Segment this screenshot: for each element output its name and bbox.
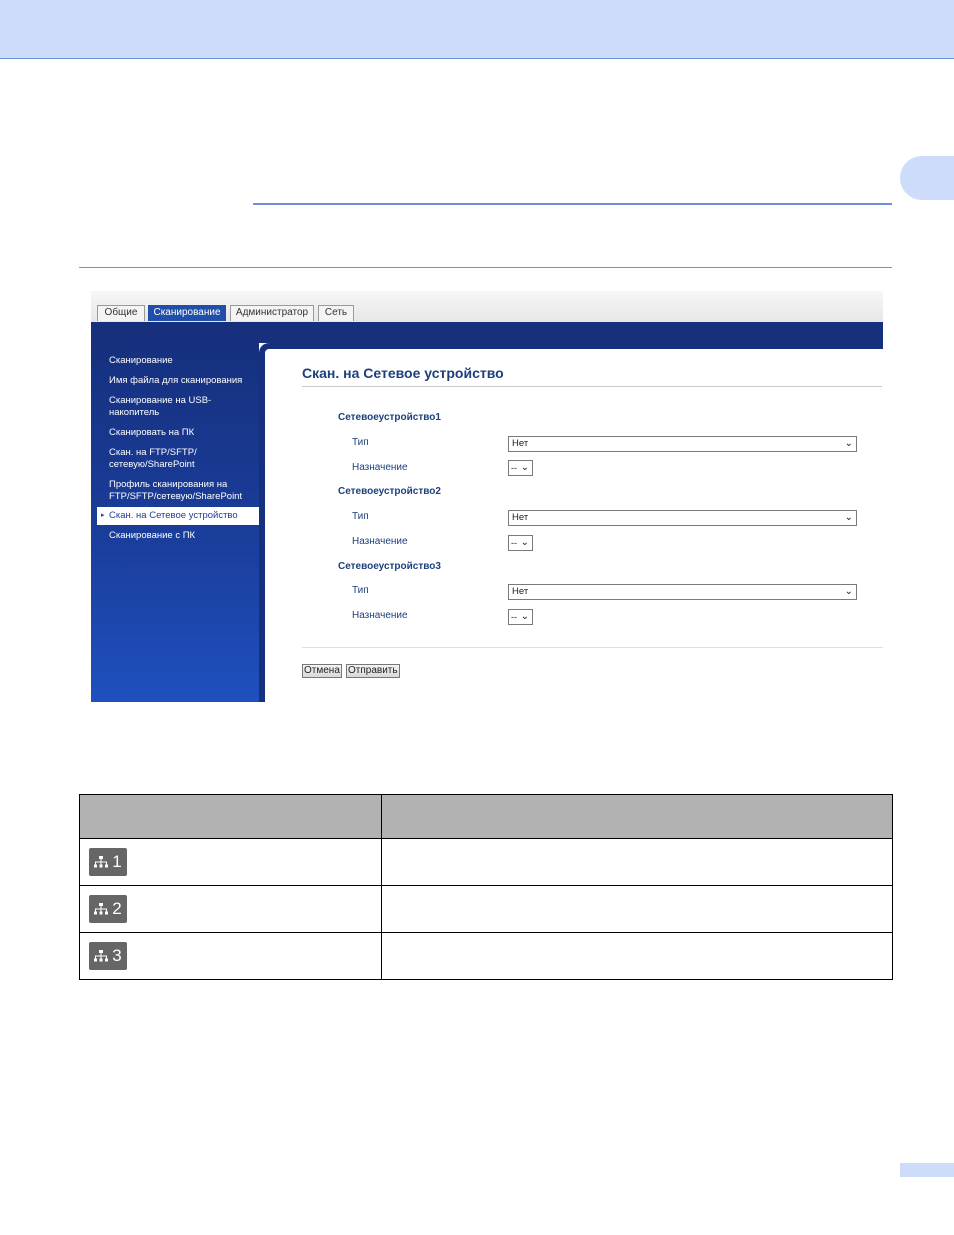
- device2-heading: Сетевоеустройство2: [338, 486, 441, 497]
- device1-dest-value: --: [511, 463, 517, 473]
- section-rule: [253, 203, 892, 205]
- chevron-down-icon: ⌄: [844, 586, 853, 597]
- icon-table: 1 2 3: [79, 794, 894, 980]
- table-row: 2: [79, 885, 894, 933]
- device3-type-select[interactable]: Нет ⌄: [508, 584, 857, 600]
- title-divider: [302, 386, 882, 387]
- sidebar: Сканирование Имя файла для сканирования …: [91, 343, 259, 702]
- sidebar-item-scan-filename[interactable]: Имя файла для сканирования: [109, 375, 257, 387]
- sidebar-item-scan-from-pc[interactable]: Сканирование с ПК: [109, 530, 257, 542]
- device3-type-value: Нет: [512, 586, 529, 597]
- table-row: 3: [79, 932, 894, 980]
- table-row: 1: [79, 838, 894, 886]
- sidebar-item-scan-profile[interactable]: Профиль сканирования на FTP/SFTP/сетевую…: [109, 479, 257, 503]
- network-icon: [94, 950, 109, 962]
- chevron-down-icon: ⌄: [520, 462, 529, 473]
- sidebar-item-scan-ftp[interactable]: Скан. на FTP/SFTP/сетевую/SharePoint: [109, 447, 257, 471]
- device3-dest-select[interactable]: -- ⌄: [508, 609, 533, 625]
- table-cell: [380, 838, 894, 886]
- header-band: [0, 0, 954, 59]
- tab-bar: Общие Сканирование Администратор Сеть: [91, 291, 883, 323]
- device2-type-value: Нет: [512, 512, 529, 523]
- device2-type-label: Тип: [352, 511, 369, 522]
- device2-dest-value: --: [511, 538, 517, 548]
- content-area: Скан. на Сетевое устройство Сетевоеустро…: [259, 343, 883, 702]
- device2-dest-label: Назначение: [352, 536, 408, 547]
- device2-dest-select[interactable]: -- ⌄: [508, 535, 533, 551]
- icon-number: 1: [112, 852, 122, 871]
- tab-administrator[interactable]: Администратор: [230, 305, 314, 321]
- sidebar-item-scan[interactable]: Сканирование: [109, 355, 257, 367]
- device1-heading: Сетевоеустройство1: [338, 412, 441, 423]
- web-ui-screenshot: Общие Сканирование Администратор Сеть Ск…: [91, 291, 883, 702]
- submit-button[interactable]: Отправить: [346, 664, 400, 678]
- table-header-cell: [79, 794, 382, 839]
- icon-number: 3: [112, 946, 122, 965]
- form-divider: [302, 647, 883, 648]
- table-cell: 2: [79, 885, 382, 933]
- device1-dest-select[interactable]: -- ⌄: [508, 460, 533, 476]
- bullet-arrow-icon: ▸: [101, 512, 105, 519]
- icon-number: 2: [112, 899, 122, 918]
- chapter-tab: [900, 156, 954, 200]
- chevron-down-icon: ⌄: [844, 438, 853, 449]
- device3-dest-value: --: [511, 612, 517, 622]
- device3-dest-label: Назначение: [352, 610, 408, 621]
- sidebar-item-scan-usb[interactable]: Сканирование на USB-накопитель: [109, 395, 257, 419]
- chevron-down-icon: ⌄: [844, 512, 853, 523]
- cancel-button[interactable]: Отмена: [302, 664, 342, 678]
- table-cell: [380, 885, 894, 933]
- sidebar-item-scan-pc[interactable]: Сканировать на ПК: [109, 427, 257, 439]
- table-cell: 1: [79, 838, 382, 886]
- tab-network[interactable]: Сеть: [318, 305, 354, 321]
- table-cell: [380, 932, 894, 980]
- page-title: Скан. на Сетевое устройство: [302, 365, 504, 381]
- device3-heading: Сетевоеустройство3: [338, 561, 441, 572]
- device1-dest-label: Назначение: [352, 462, 408, 473]
- table-header-row: [79, 794, 894, 839]
- device2-type-select[interactable]: Нет ⌄: [508, 510, 857, 526]
- subsection-rule: [79, 267, 892, 268]
- chevron-down-icon: ⌄: [520, 611, 529, 622]
- device3-type-label: Тип: [352, 585, 369, 596]
- network-icon: [94, 856, 109, 868]
- device1-type-label: Тип: [352, 437, 369, 448]
- device1-type-value: Нет: [512, 438, 529, 449]
- network-device-1-icon: 1: [89, 848, 127, 876]
- sidebar-item-scan-network-device[interactable]: ▸ Скан. на Сетевое устройство: [97, 507, 259, 525]
- network-device-3-icon: 3: [89, 942, 127, 970]
- chevron-down-icon: ⌄: [520, 537, 529, 548]
- sidebar-item-label: Скан. на Сетевое устройство: [109, 510, 238, 521]
- network-icon: [94, 903, 109, 915]
- device1-type-select[interactable]: Нет ⌄: [508, 436, 857, 452]
- table-cell: 3: [79, 932, 382, 980]
- tab-scan[interactable]: Сканирование: [148, 305, 226, 321]
- page-number-tab: [900, 1163, 954, 1177]
- network-device-2-icon: 2: [89, 895, 127, 923]
- table-header-cell: [380, 794, 894, 839]
- nav-bar: [91, 322, 883, 343]
- tab-general[interactable]: Общие: [97, 305, 145, 321]
